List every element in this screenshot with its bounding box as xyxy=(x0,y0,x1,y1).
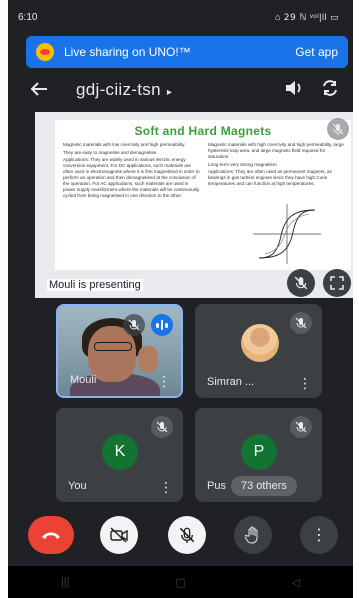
slide-bullet: They are easy to magnetise and demagneti… xyxy=(63,149,158,155)
participant-tile-others[interactable]: P Pus 73 others xyxy=(195,408,322,502)
back-arrow-icon[interactable] xyxy=(30,79,66,102)
slide-bullet: Magnetic materials with low coercivity a… xyxy=(63,142,186,147)
more-vert-icon[interactable]: ⋮ xyxy=(159,480,173,494)
meeting-toolbar: gdj-ciiz-tsn ▸ xyxy=(30,76,348,104)
slide-title: Soft and Hard Magnets xyxy=(134,124,272,138)
end-call-icon xyxy=(42,532,60,539)
uno-logo-icon xyxy=(36,43,54,61)
participant-name: Mouli xyxy=(70,374,97,386)
end-call-button[interactable] xyxy=(28,516,74,554)
participant-tile-mouli[interactable]: Mouli ⋮ xyxy=(56,304,183,398)
mic-off-icon xyxy=(290,416,312,438)
participant-name: You xyxy=(68,480,87,492)
participant-tile-simran[interactable]: Simran ... ⋮ xyxy=(195,304,322,398)
avatar: K xyxy=(102,434,138,470)
mic-off-icon xyxy=(327,118,349,140)
slide-bullet: Magnetic materials with high coercivity … xyxy=(208,142,344,159)
mic-off-icon xyxy=(123,314,145,336)
meeting-code[interactable]: gdj-ciiz-tsn ▸ xyxy=(66,80,276,100)
slide-left-column: Magnetic materials with low coercivity a… xyxy=(63,142,200,201)
participant-tile-you[interactable]: K You ⋮ xyxy=(56,408,183,502)
avatar xyxy=(241,324,279,362)
avatar: P xyxy=(241,434,277,470)
status-bar: 6:10 ⌂ 𝟤𝟫 ℕ ᵛᵒˡ|ll ▭ xyxy=(8,0,353,34)
camera-off-icon xyxy=(110,527,128,543)
system-nav-bar: ||| ▢ ◁ xyxy=(8,566,353,598)
slide-right-column: Magnetic materials with high coercivity … xyxy=(208,142,345,201)
back-icon[interactable]: ◁ xyxy=(292,576,300,589)
live-sharing-banner[interactable]: Live sharing on UNO!™ Get app xyxy=(26,36,348,68)
raise-hand-button[interactable] xyxy=(234,516,272,554)
presentation-slide: Soft and Hard Magnets Magnetic materials… xyxy=(55,120,351,270)
mic-off-icon xyxy=(179,527,195,543)
slide-bullet: Applications: They are widely used in va… xyxy=(63,157,200,198)
recents-icon[interactable]: ||| xyxy=(61,576,70,588)
more-vert-icon: ⋮ xyxy=(311,527,327,544)
presenter-label: Mouli is presenting xyxy=(47,279,143,291)
status-indicators: ⌂ 𝟤𝟫 ℕ ᵛᵒˡ|ll ▭ xyxy=(274,11,339,22)
participant-name: Simran ... xyxy=(207,376,255,388)
participant-name: Pus xyxy=(207,480,226,492)
call-controls: ⋮ xyxy=(8,512,353,558)
mic-toggle-button[interactable] xyxy=(168,516,206,554)
speaking-indicator-icon xyxy=(151,314,173,336)
share-mic-off-icon[interactable] xyxy=(287,269,315,297)
more-vert-icon[interactable]: ⋮ xyxy=(298,376,312,390)
banner-text: Live sharing on UNO!™ xyxy=(64,45,191,59)
fullscreen-icon[interactable] xyxy=(323,269,351,297)
others-count-badge[interactable]: 73 others xyxy=(231,476,297,496)
more-vert-icon[interactable]: ⋮ xyxy=(157,374,171,388)
home-icon[interactable]: ▢ xyxy=(175,576,185,589)
slide-bullet: Applications: They are often used as per… xyxy=(208,169,332,186)
camera-toggle-button[interactable] xyxy=(100,516,138,554)
slide-columns: Magnetic materials with low coercivity a… xyxy=(55,138,351,201)
status-time: 6:10 xyxy=(18,11,38,23)
switch-camera-icon[interactable] xyxy=(312,79,348,101)
chevron-right-icon: ▸ xyxy=(166,87,173,98)
mic-off-icon xyxy=(151,416,173,438)
speaker-icon[interactable] xyxy=(276,80,312,100)
screen-share-view[interactable]: Soft and Hard Magnets Magnetic materials… xyxy=(35,112,353,298)
raise-hand-icon xyxy=(245,526,258,544)
mic-off-icon xyxy=(290,312,312,334)
get-app-button[interactable]: Get app xyxy=(295,45,338,59)
hysteresis-graph xyxy=(253,204,321,264)
meeting-code-text: gdj-ciiz-tsn xyxy=(76,80,161,99)
slide-bullet: Long-term very strong magnetism. xyxy=(208,161,278,167)
meet-screen: 6:10 ⌂ 𝟤𝟫 ℕ ᵛᵒˡ|ll ▭ Live sharing on UNO… xyxy=(8,0,353,598)
more-options-button[interactable]: ⋮ xyxy=(300,516,338,554)
